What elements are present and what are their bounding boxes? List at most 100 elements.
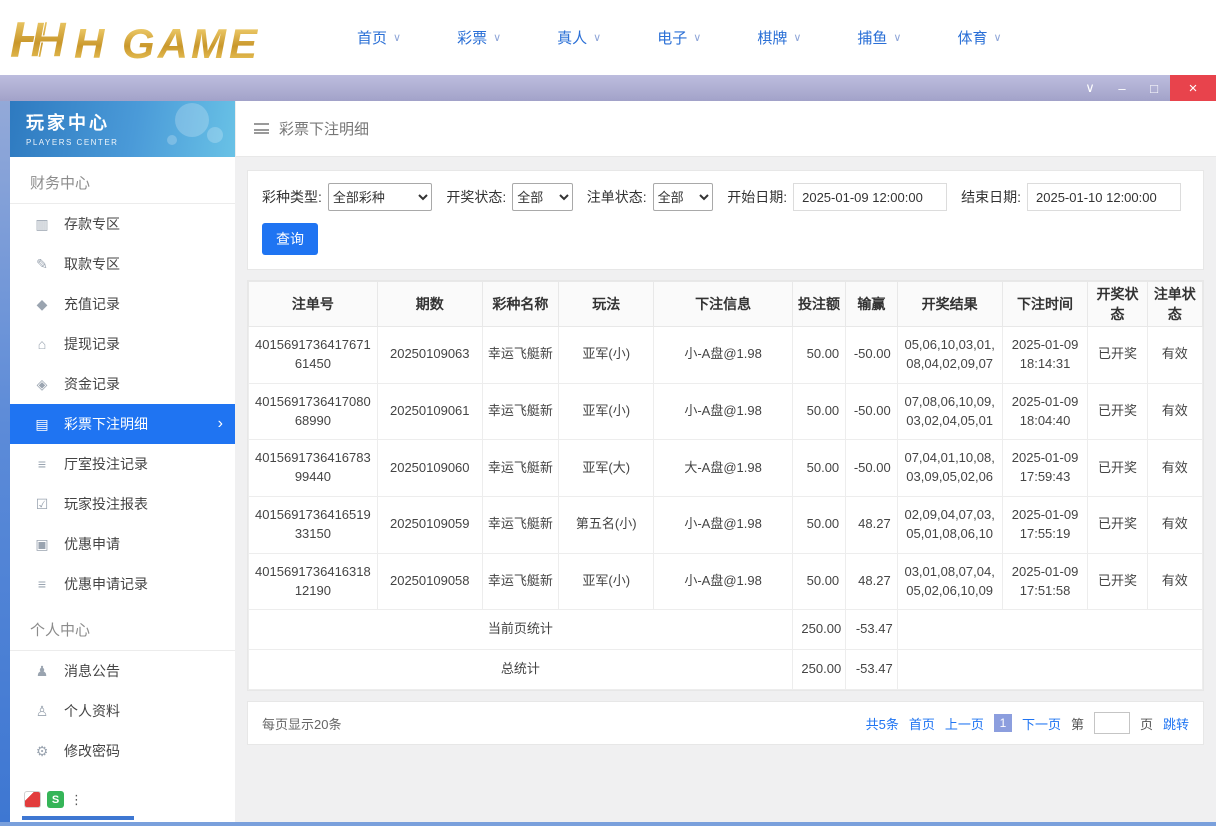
end-date-input[interactable] (1027, 183, 1181, 211)
window-maximize-icon[interactable]: □ (1138, 75, 1170, 101)
cell-time: 2025-01-09 18:14:31 (1001, 326, 1089, 384)
order-status-label: 注单状态: (586, 189, 647, 205)
jump-button[interactable]: 跳转 (1163, 714, 1189, 733)
cell-period: 20250109060 (376, 439, 483, 498)
deposit-zone-icon: ▥ (35, 215, 49, 232)
cell-bet-id: 401569173641651933150 (248, 496, 378, 554)
cell-bet-info: 小-A盘@1.98 (653, 496, 793, 554)
nav-label: 棋牌 (757, 30, 788, 47)
cell-result: 07,08,06,10,09,03,02,04,05,01 (896, 382, 1003, 441)
sidebar-item-promo-apply-records[interactable]: ≡ 优惠申请记录 (10, 564, 235, 604)
next-page-link[interactable]: 下一页 (1022, 714, 1061, 733)
cell-winloss: 48.27 (845, 552, 898, 611)
sidebar-item-label: 消息公告 (64, 663, 120, 679)
page-jump-input[interactable] (1093, 712, 1130, 735)
sidebar-item-hall-bet-records[interactable]: ≡ 厅室投注记录 (10, 444, 235, 484)
nav-item-cards[interactable]: 棋牌 ∨ (757, 27, 801, 48)
nav-item-home[interactable]: 首页 ∨ (357, 27, 401, 48)
cell-play: 亚军(小) (558, 326, 655, 384)
nav-item-sports[interactable]: 体育 ∨ (957, 27, 1001, 48)
lottery-bet-details-icon: ▤ (35, 415, 49, 432)
chevron-down-icon: ∨ (893, 32, 902, 44)
window-close-icon[interactable]: × (1170, 75, 1216, 101)
cell-time: 2025-01-09 17:55:19 (1001, 496, 1089, 554)
draw-status-select[interactable]: 全部 (512, 183, 573, 211)
summary-winloss: -53.47 (845, 609, 898, 651)
nav-item-live[interactable]: 真人 ∨ (557, 27, 601, 48)
jump-label-pre: 第 (1070, 716, 1084, 732)
nav-item-slots[interactable]: 电子 ∨ (657, 27, 701, 48)
first-page-link[interactable]: 首页 (909, 714, 935, 733)
logo[interactable]: H H H GAME (10, 11, 305, 65)
cell-amount: 50.00 (791, 552, 847, 611)
total-count-text: 共5条 (865, 716, 899, 732)
lottery-type-select[interactable]: 全部彩种 (327, 183, 433, 211)
sidebar-item-label: 修改密码 (64, 743, 120, 759)
players-center-subtitle: PLAYERS CENTER (26, 138, 119, 147)
sidebar-item-fund-records[interactable]: ◈ 资金记录 (10, 364, 235, 404)
window-chevron-icon[interactable]: ∨ (1074, 75, 1106, 101)
content-body: 彩种类型: 全部彩种 开奖状态: 全部 注单状态: 全部 开始日期: 2025-… (235, 157, 1216, 822)
announcements-icon: ♟ (35, 662, 49, 679)
sidebar-item-label: 个人资料 (64, 703, 120, 719)
hall-bet-records-icon: ≡ (37, 456, 47, 472)
prev-page-link[interactable]: 上一页 (945, 714, 984, 733)
cell-amount: 50.00 (791, 326, 847, 384)
window-frame-left (0, 101, 10, 822)
sidebar-item-withdrawal-records[interactable]: ⌂ 提现记录 (10, 324, 235, 364)
nav-label: 真人 (557, 30, 588, 47)
nav-label: 体育 (957, 30, 988, 47)
order-status-select[interactable]: 全部 (652, 183, 714, 211)
cell-play: 亚军(小) (558, 552, 655, 611)
sidebar-item-recharge-records[interactable]: ◆ 充值记录 (10, 284, 235, 324)
search-button[interactable]: 查询 (262, 223, 318, 255)
tray-more-icon[interactable]: ⋮ (70, 792, 83, 808)
sidebar-item-label: 取款专区 (64, 256, 120, 272)
change-password-icon: ⚙ (35, 742, 49, 759)
start-date-input[interactable] (793, 183, 948, 211)
nav-label: 电子 (657, 30, 688, 47)
col-header-amount: 投注额 (791, 281, 847, 327)
sidebar-bottom-bar (22, 816, 134, 820)
nav-item-lottery[interactable]: 彩票 ∨ (457, 27, 501, 48)
summary-empty (896, 609, 1204, 651)
cell-bet-info: 小-A盘@1.98 (653, 552, 793, 611)
summary-label: 当前页统计 (248, 609, 793, 651)
cell-bet-info: 大-A盘@1.98 (653, 439, 793, 498)
chevron-down-icon: ∨ (993, 32, 1002, 44)
cell-period: 20250109061 (376, 382, 483, 441)
summary-empty (896, 649, 1204, 691)
menu-icon[interactable] (254, 123, 269, 134)
sidebar-item-profile[interactable]: ♙ 个人资料 (10, 691, 235, 731)
cell-draw-status: 已开奖 (1087, 439, 1148, 498)
section-label-finance: 财务中心 (10, 157, 235, 204)
sidebar-item-promo-apply[interactable]: ▣ 优惠申请 (10, 524, 235, 564)
col-header-period: 期数 (376, 281, 483, 327)
sidebar-item-player-bet-report[interactable]: ☑ 玩家投注报表 (10, 484, 235, 524)
nav-item-fishing[interactable]: 捕鱼 ∨ (857, 27, 901, 48)
sidebar-item-label: 彩票下注明细 (64, 416, 148, 432)
sidebar-item-deposit-zone[interactable]: ▥ 存款专区 (10, 204, 235, 244)
cell-bet-id: 401569173641678399440 (248, 439, 378, 498)
sidebar-item-change-password[interactable]: ⚙ 修改密码 (10, 731, 235, 771)
sidebar-item-announcements[interactable]: ♟ 消息公告 (10, 651, 235, 691)
window-minimize-icon[interactable]: – (1106, 75, 1138, 101)
cell-lottery: 幸运飞艇新 (481, 326, 560, 384)
tray-app-icon[interactable] (24, 791, 41, 808)
current-page-indicator[interactable]: 1 (993, 714, 1012, 733)
table-row: 401569173641708068990 20250109061 幸运飞艇新 … (248, 382, 1204, 441)
col-header-draw-status: 开奖状态 (1087, 281, 1148, 327)
profile-icon: ♙ (35, 702, 49, 719)
sidebar-item-label: 玩家投注报表 (64, 496, 148, 512)
cell-result: 03,01,08,07,04,05,02,06,10,09 (896, 552, 1003, 611)
cell-amount: 50.00 (791, 439, 847, 498)
cell-order-status: 有效 (1146, 326, 1204, 384)
col-header-play: 玩法 (558, 281, 655, 327)
window-titlebar: ∨ – □ × (0, 75, 1216, 101)
sogou-ime-icon[interactable]: S (47, 791, 64, 808)
sidebar-item-withdraw-zone[interactable]: ✎ 取款专区 (10, 244, 235, 284)
sidebar-item-lottery-bet-details[interactable]: ▤ 彩票下注明细 › (10, 404, 235, 444)
filter-panel: 彩种类型: 全部彩种 开奖状态: 全部 注单状态: 全部 开始日期: 2025-… (247, 170, 1204, 270)
col-header-lottery: 彩种名称 (481, 281, 560, 327)
sidebar-item-label: 优惠申请记录 (64, 576, 148, 592)
